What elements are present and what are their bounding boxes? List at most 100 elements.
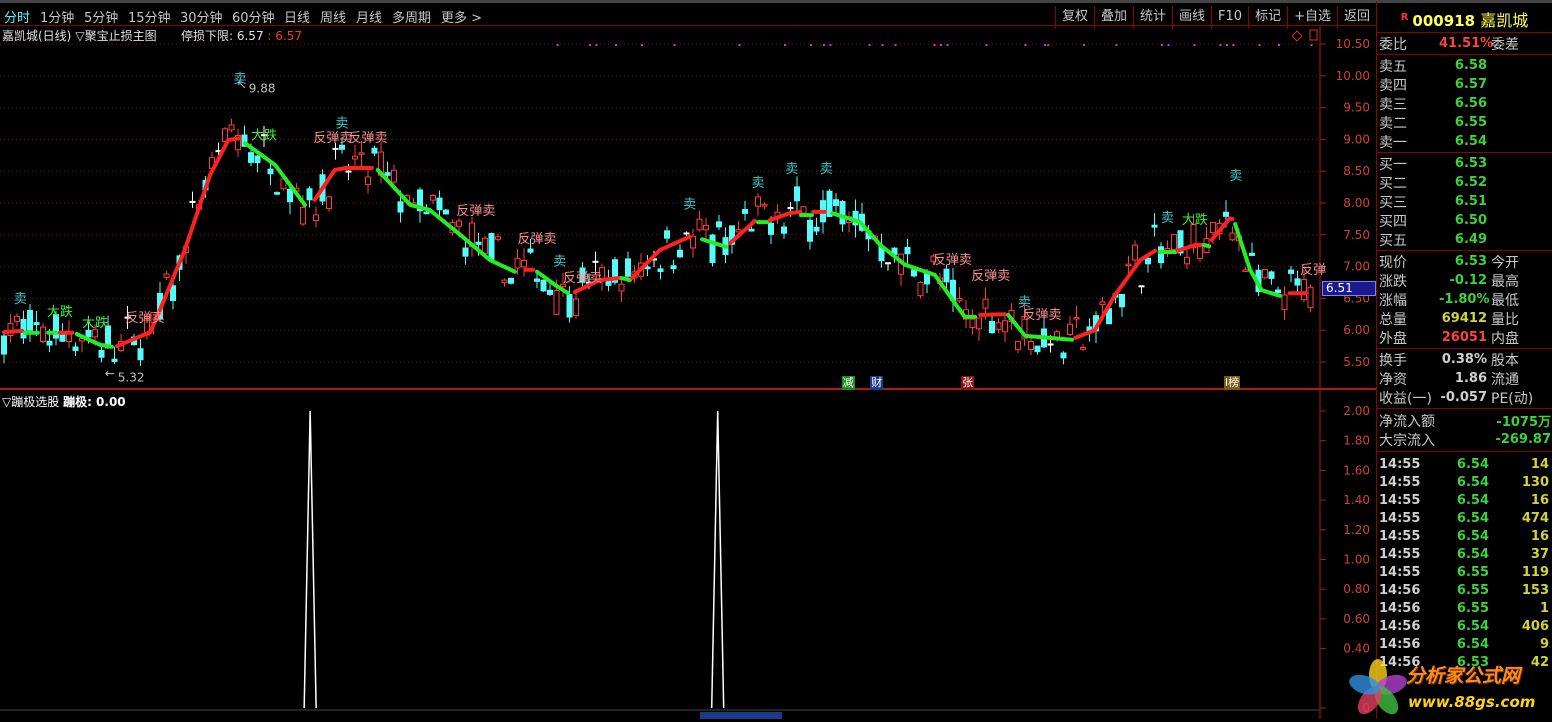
high-price-value: 9.88 xyxy=(249,81,276,95)
candle-body xyxy=(189,200,196,203)
signal-dot xyxy=(1310,44,1313,46)
candle-body xyxy=(1015,340,1021,351)
candle-body xyxy=(462,247,469,257)
candle xyxy=(956,287,963,304)
candle-body xyxy=(170,285,176,301)
row-value: 6.52 xyxy=(1454,175,1487,190)
signal-label-rebound: 反弹卖 xyxy=(933,253,972,268)
event-tag[interactable]: I榜 xyxy=(1223,376,1241,390)
candle-body xyxy=(14,315,20,322)
price-tick-label: 5.50 xyxy=(1343,355,1370,369)
trade-price: 6.54 xyxy=(1456,618,1489,634)
candle-body xyxy=(956,298,963,302)
candle-body xyxy=(274,192,280,195)
candle xyxy=(1145,257,1151,273)
sub-tick-label: 1.40 xyxy=(1343,493,1370,507)
candle-body xyxy=(781,226,787,234)
event-tag[interactable]: 财 xyxy=(870,376,884,390)
candle-body xyxy=(397,201,404,213)
trend-line-up xyxy=(2,328,25,335)
sub-tick-label: 0.80 xyxy=(1343,582,1370,596)
signal-label-sell: 卖 xyxy=(785,162,798,177)
candle-body xyxy=(391,169,397,183)
sub-tick-label: 0.40 xyxy=(1343,642,1370,656)
buy-row: 买四 6.50 xyxy=(1377,211,1552,230)
signal-dot xyxy=(1047,44,1050,46)
candle xyxy=(1307,284,1314,313)
candle-body xyxy=(332,147,339,150)
panel-toggle-icon[interactable] xyxy=(1309,29,1318,41)
trade-row: 14:55 6.54 16 xyxy=(1377,491,1552,509)
candle-body xyxy=(644,266,651,270)
candle-body xyxy=(1288,269,1294,274)
price-tick-label: 9.50 xyxy=(1343,101,1370,115)
candle xyxy=(469,216,475,257)
fund-row: 收益(一) -0.057 PE(动) xyxy=(1377,388,1552,407)
signal-dot xyxy=(823,44,825,46)
candle-body xyxy=(547,289,553,295)
signal-dot xyxy=(829,44,832,46)
candle-body xyxy=(1028,340,1034,351)
candle xyxy=(995,318,1002,334)
candle-body xyxy=(72,346,79,351)
candle-body xyxy=(566,293,573,318)
signal-dot xyxy=(1167,44,1170,46)
signal-dot xyxy=(1024,44,1027,46)
candle xyxy=(1060,351,1067,365)
candle-body xyxy=(573,298,579,317)
candle xyxy=(1151,213,1158,237)
candle-body xyxy=(709,234,716,263)
candle xyxy=(235,128,241,157)
candle-body xyxy=(1307,286,1314,309)
candle-body xyxy=(1223,211,1229,217)
candle-body xyxy=(1047,343,1054,346)
candle-body xyxy=(1138,285,1145,288)
high-arrow-icon: ↖ xyxy=(237,77,247,91)
candle-body xyxy=(677,249,683,258)
signal-label-rebound: 反弹卖 xyxy=(563,271,602,286)
signal-label-rebound: 反弹卖 xyxy=(456,204,495,219)
trade-volume: 406 xyxy=(1521,618,1549,634)
candle-body xyxy=(20,319,27,339)
trade-price: 6.54 xyxy=(1456,474,1489,490)
signal-label-drop: 大跌 xyxy=(1182,212,1208,228)
kline-chart[interactable]: 10.5010.009.509.008.508.007.507.006.506.… xyxy=(0,0,1376,719)
candle-body xyxy=(1281,294,1288,311)
buy-row: 买五 6.49 xyxy=(1377,230,1552,249)
candle-body xyxy=(326,196,332,210)
diamond-icon[interactable] xyxy=(1291,30,1303,42)
candle-body xyxy=(436,197,443,211)
candle-body xyxy=(371,147,378,154)
fund-row: 净资 1.86 流通 xyxy=(1377,369,1552,388)
row-label: 买二 xyxy=(1379,175,1407,192)
candle xyxy=(1015,340,1021,354)
flow-row: 净流入额 -1075万 xyxy=(1377,411,1552,431)
trade-time: 14:55 xyxy=(1379,510,1421,526)
candle xyxy=(781,222,787,239)
trade-volume: 16 xyxy=(1530,492,1549,508)
sub-tick-label: 2.00 xyxy=(1343,404,1370,418)
candle-body xyxy=(521,259,527,268)
stock-name: 嘉凯城 xyxy=(1480,11,1529,30)
candle xyxy=(761,202,768,210)
event-tag[interactable]: 张 xyxy=(961,376,975,390)
chart-scrollbar[interactable] xyxy=(700,712,782,719)
candle-body xyxy=(1073,317,1080,320)
candle-body xyxy=(969,318,976,328)
event-tag[interactable]: 减 xyxy=(841,376,855,390)
candle xyxy=(1203,226,1210,253)
candle-body xyxy=(1242,269,1249,273)
row-value: 1.86 xyxy=(1454,371,1487,386)
row-label: 卖三 xyxy=(1379,96,1407,113)
candle-body xyxy=(885,262,891,265)
flow-label: 净流入额 xyxy=(1379,413,1435,430)
signal-dot xyxy=(784,44,786,46)
candle-body xyxy=(1002,320,1008,333)
trade-time: 14:56 xyxy=(1379,582,1421,598)
stock-code: 000918 xyxy=(1412,12,1476,30)
weicha-label: 委差 xyxy=(1491,36,1519,53)
sell-row: 卖四 6.57 xyxy=(1377,75,1552,94)
signal-dot xyxy=(1278,44,1280,46)
trade-volume: 153 xyxy=(1521,582,1549,598)
candle xyxy=(98,346,105,363)
